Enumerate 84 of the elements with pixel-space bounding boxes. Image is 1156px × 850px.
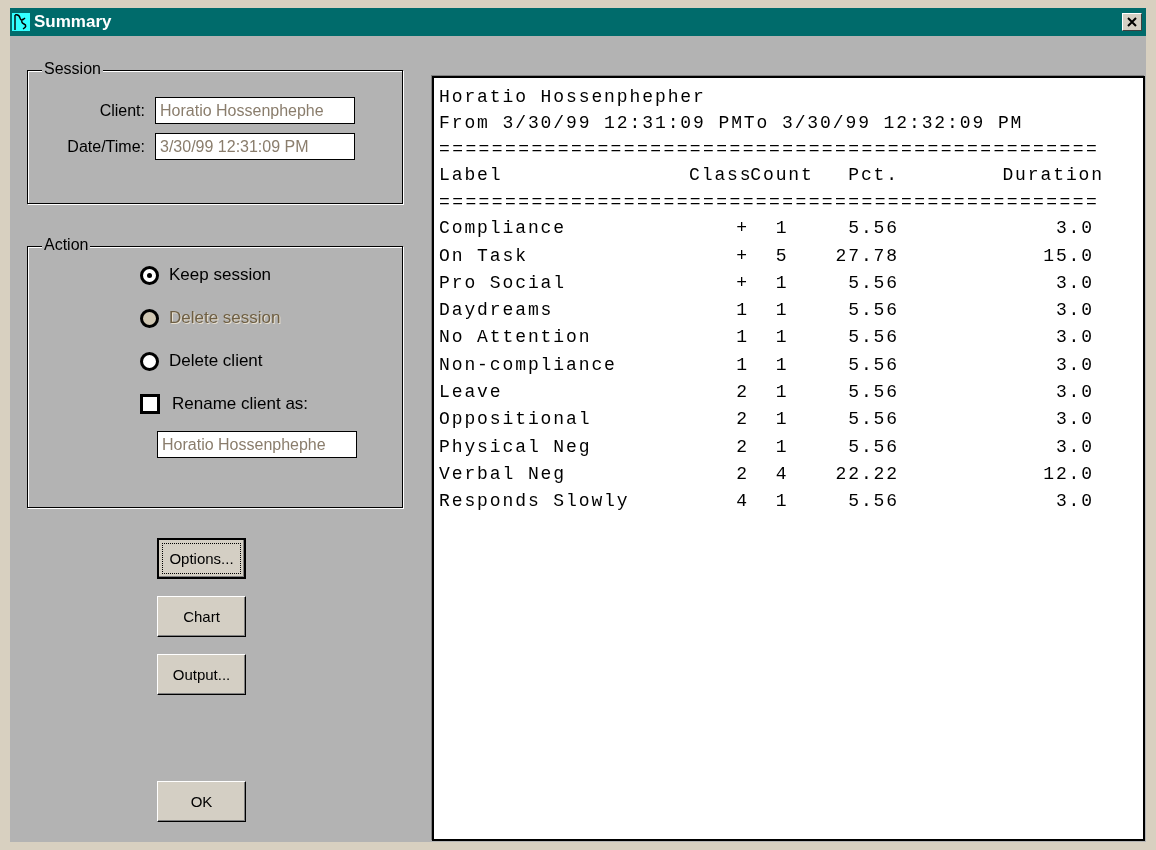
table-cell-text: Daydreams: [439, 299, 555, 323]
table-cell-text: 5.56: [847, 381, 899, 405]
window-title: Summary: [34, 12, 112, 32]
column-header: Class: [689, 164, 749, 187]
table-cell-text: 2: [735, 408, 749, 432]
option-label: Delete session: [169, 308, 281, 328]
table-cell-text: 4: [774, 462, 790, 486]
push-button[interactable]: Options...: [157, 538, 246, 579]
table-cell-text: Verbal Neg: [439, 462, 568, 486]
column-header: Duration: [1001, 164, 1104, 187]
app-icon: [12, 13, 30, 31]
table-cell-text: 3.0: [1054, 299, 1094, 323]
input-field[interactable]: Horatio Hossenphephe: [155, 97, 355, 124]
table-cell-text: 5.56: [847, 408, 899, 432]
table-cell-text: 5.56: [847, 490, 899, 514]
table-cell-text: 5: [774, 244, 790, 268]
table-cell-text: 3.0: [1054, 408, 1094, 432]
close-icon: [1127, 17, 1137, 27]
table-cell-text: 1: [774, 299, 790, 323]
table-cell-text: 5.56: [847, 217, 899, 241]
column-header: Pct.: [847, 164, 899, 187]
table-cell-text: +: [735, 271, 749, 295]
table-cell-text: 3.0: [1054, 353, 1094, 377]
report-title: Horatio Hossenphepher: [439, 86, 707, 109]
table-cell-text: 3.0: [1054, 435, 1094, 459]
table-cell-text: 1: [735, 299, 749, 323]
table-cell-text: 22.22: [834, 462, 899, 486]
input-field[interactable]: 3/30/99 12:31:09 PM: [155, 133, 355, 160]
table-cell-text: 1: [774, 217, 790, 241]
table-cell-text: 5.56: [847, 299, 899, 323]
table-cell-text: 5.56: [847, 326, 899, 350]
table-cell-text: 12.0: [1042, 462, 1094, 486]
separator-line: ==================================================: [439, 138, 1101, 161]
table-cell-text: 5.56: [847, 353, 899, 377]
input-field[interactable]: Horatio Hossenphephe: [157, 431, 357, 458]
separator-line: ==================================================: [439, 191, 1101, 215]
table-cell-text: +: [735, 244, 749, 268]
table-cell-text: 1: [735, 326, 749, 350]
table-cell-text: 3.0: [1054, 381, 1094, 405]
table-cell-text: Compliance: [439, 217, 568, 241]
table-cell-text: 1: [774, 408, 790, 432]
table-cell-text: 1: [774, 271, 790, 295]
table-cell-text: +: [735, 217, 749, 241]
table-cell-text: Leave: [439, 381, 504, 405]
push-button[interactable]: Chart: [157, 596, 246, 637]
table-cell-text: 1: [774, 353, 790, 377]
push-button[interactable]: Output...: [157, 654, 246, 695]
checkbox[interactable]: [140, 394, 160, 414]
report-range: From 3/30/99 12:31:09 PMTo 3/30/99 12:32:09 PM: [439, 112, 1025, 135]
table-cell-text: 5.56: [847, 271, 899, 295]
table-cell-text: No Attention: [439, 326, 593, 350]
table-cell-text: 2: [735, 435, 749, 459]
close-button[interactable]: [1122, 13, 1142, 31]
table-cell-text: Non-compliance: [439, 353, 618, 377]
table-cell-text: 1: [774, 381, 790, 405]
option-label: Rename client as:: [172, 394, 309, 414]
table-cell-text: Oppositional: [439, 408, 593, 432]
radio-button[interactable]: [140, 351, 159, 371]
table-cell-text: 27.78: [834, 244, 899, 268]
table-cell-text: On Task: [439, 244, 529, 268]
table-cell-text: 1: [735, 353, 749, 377]
table-cell-text: 3.0: [1054, 271, 1094, 295]
table-cell-text: 2: [735, 462, 749, 486]
table-cell-text: 3.0: [1054, 217, 1094, 241]
table-cell-text: Responds Slowly: [439, 490, 631, 514]
ok-button[interactable]: OK: [157, 781, 246, 822]
table-cell-text: 4: [735, 490, 749, 514]
table-cell-text: 1: [774, 435, 790, 459]
option-label: Keep session: [169, 265, 272, 285]
option-label: Delete client: [169, 351, 263, 371]
table-cell-text: 1: [774, 326, 790, 350]
column-header: Label: [439, 164, 504, 187]
field-label: Date/Time:: [66, 137, 145, 156]
table-cell-text: Pro Social: [439, 271, 568, 295]
field-label: Client:: [98, 101, 145, 120]
table-cell-text: 3.0: [1054, 490, 1094, 514]
table-cell-text: 2: [735, 381, 749, 405]
radio-button[interactable]: [140, 265, 159, 285]
table-cell-text: 15.0: [1042, 244, 1094, 268]
table-cell-text: Physical Neg: [439, 435, 593, 459]
table-cell-text: 3.0: [1054, 326, 1094, 350]
table-cell-text: 5.56: [847, 435, 899, 459]
column-header: Count: [749, 164, 815, 187]
table-cell-text: 1: [774, 490, 790, 514]
